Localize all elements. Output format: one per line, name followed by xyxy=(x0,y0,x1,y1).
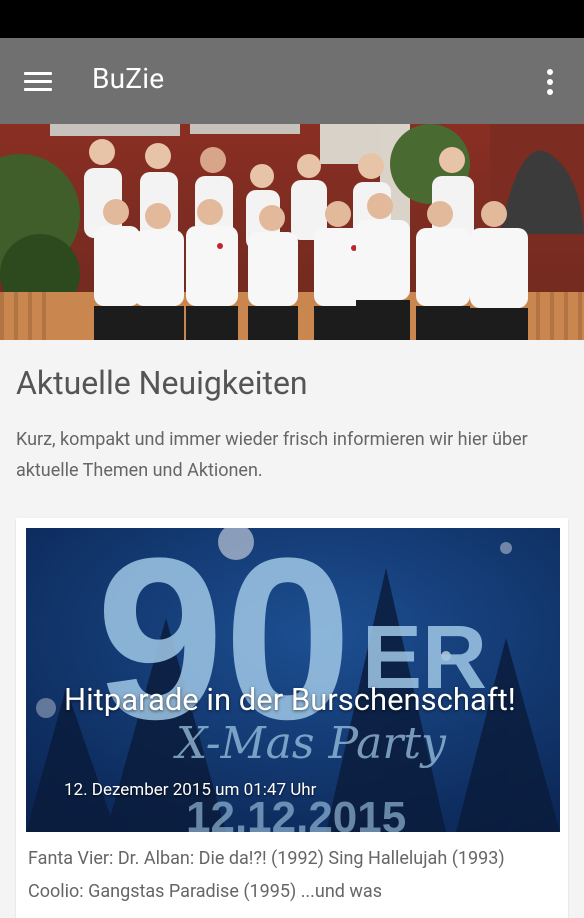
post-excerpt: Fanta Vier: Dr. Alban: Die da!?! (1992) … xyxy=(28,848,505,902)
post-title[interactable]: Hitparade in der Burschenschaft! xyxy=(64,680,524,720)
app-title: BuZie xyxy=(92,62,165,95)
app-bar: BuZie xyxy=(0,38,584,124)
news-heading: Aktuelle Neuigkeiten xyxy=(16,364,308,402)
news-intro: Kurz, kompakt und immer wieder frisch in… xyxy=(16,429,528,481)
group-photo-image xyxy=(0,124,584,340)
news-card[interactable]: 90 ER X-Mas Party 12.12.2015 Hitparade i… xyxy=(16,518,568,918)
post-date: 12. Dezember 2015 um 01:47 Uhr xyxy=(64,780,317,800)
hero-group-photo xyxy=(0,124,584,340)
news-card-image[interactable]: 90 ER X-Mas Party 12.12.2015 Hitparade i… xyxy=(26,528,560,832)
poster-script: X-Mas Party xyxy=(173,718,447,769)
hamburger-menu-icon[interactable] xyxy=(20,64,56,100)
more-vert-icon[interactable] xyxy=(538,64,562,100)
status-bar xyxy=(0,0,584,38)
